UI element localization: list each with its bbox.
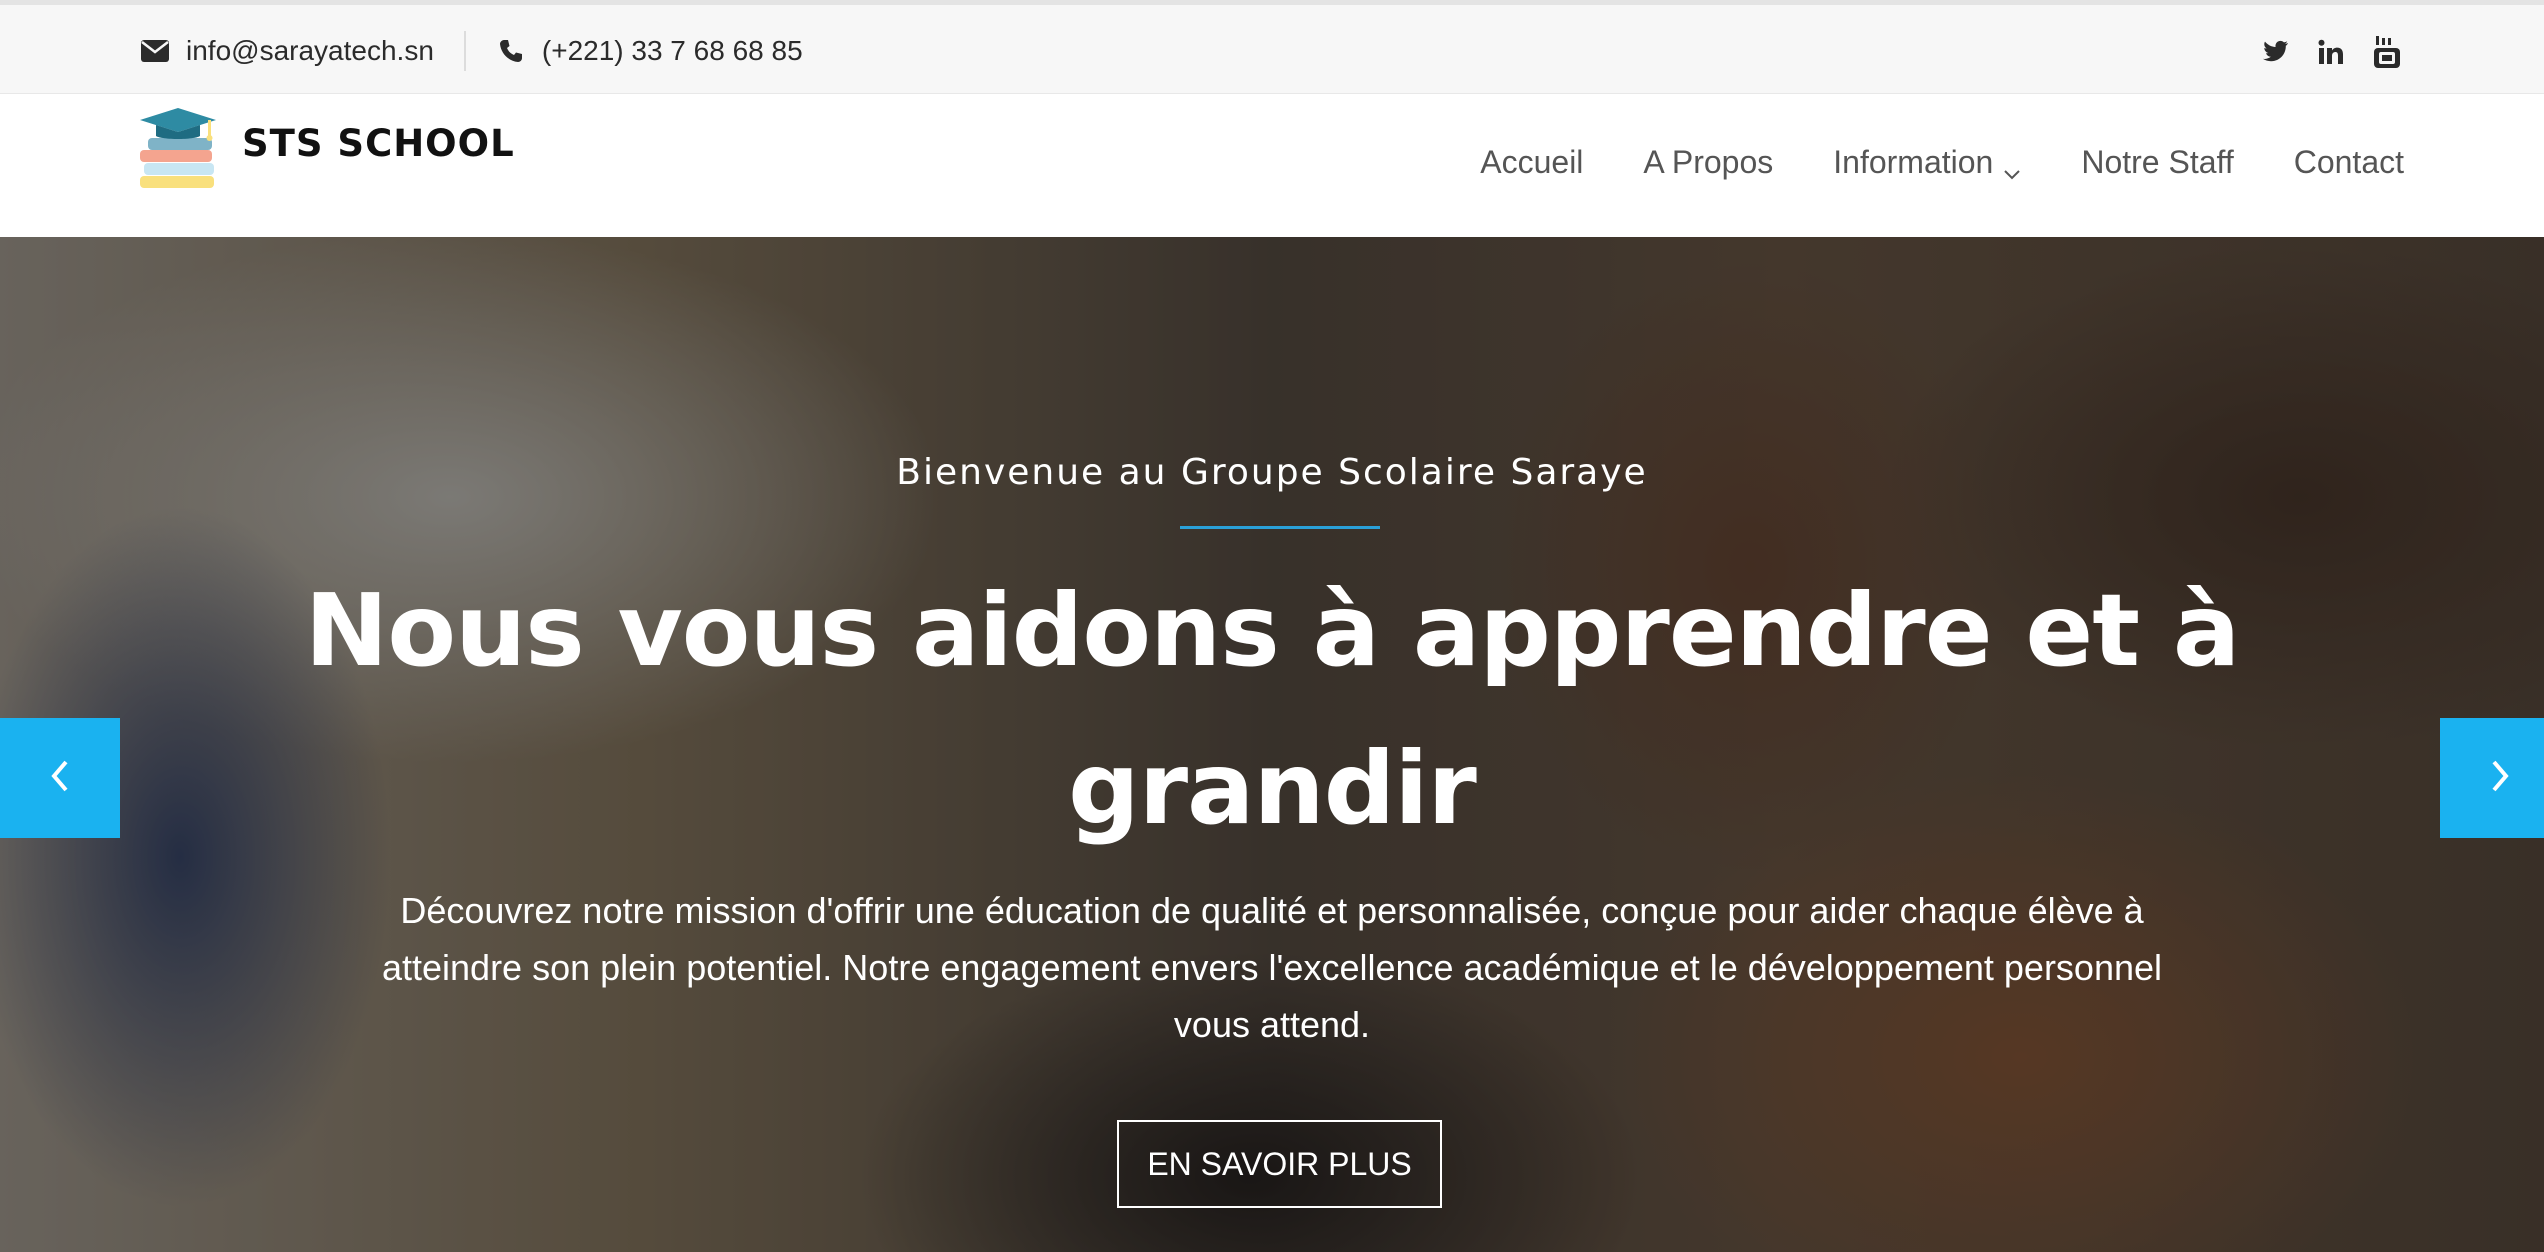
nav-accueil[interactable]: Accueil [1480,144,1583,181]
site-header: STS SCHOOL Accueil A Propos Information … [0,94,2544,237]
chevron-down-icon [2003,154,2021,179]
chevron-right-icon [2488,758,2512,799]
nav-information-label: Information [1833,144,1994,180]
chevron-left-icon [48,758,72,799]
en-savoir-plus-button[interactable]: EN SAVOIR PLUS [1117,1120,1442,1208]
hero-slider: Bienvenue au Groupe Scolaire Saraye Nous… [0,237,2544,1252]
phone-icon [496,36,526,66]
nav-a-propos[interactable]: A Propos [1643,144,1773,181]
slider-prev-button[interactable] [0,718,120,838]
contact-info: info@sarayatech.sn (+221) 33 7 68 68 85 [140,31,803,71]
slider-next-button[interactable] [2440,718,2544,838]
top-contact-bar: info@sarayatech.sn (+221) 33 7 68 68 85 [0,0,2544,94]
social-links [2258,35,2404,69]
main-nav: Accueil A Propos Information Notre Staff… [1480,144,2404,181]
brand-name: STS SCHOOL [242,122,515,165]
email-text: info@sarayatech.sn [186,35,434,66]
youtube-icon[interactable] [2370,35,2404,69]
brand-logo[interactable]: STS SCHOOL [138,108,515,195]
hero-description: Découvrez notre mission d'offrir une édu… [381,890,2163,1045]
nav-notre-staff[interactable]: Notre Staff [2081,144,2233,181]
linkedin-icon[interactable] [2314,35,2348,69]
phone-contact[interactable]: (+221) 33 7 68 68 85 [496,31,803,71]
contact-divider [463,31,466,71]
hero-welcome: Bienvenue au Groupe Scolaire Saraye [896,452,1648,493]
email-contact[interactable]: info@sarayatech.sn [140,31,434,71]
hero-content: Bienvenue au Groupe Scolaire Saraye Nous… [0,237,2544,1252]
nav-contact[interactable]: Contact [2294,144,2404,181]
twitter-icon[interactable] [2258,35,2292,69]
books-graduation-cap-icon [138,108,218,195]
hero-headline: Nous vous aidons à apprendre et à grandi… [304,572,2241,847]
phone-text: (+221) 33 7 68 68 85 [541,35,803,66]
welcome-underline [1180,526,1380,529]
envelope-icon [140,36,170,66]
nav-information[interactable]: Information [1833,144,2021,181]
